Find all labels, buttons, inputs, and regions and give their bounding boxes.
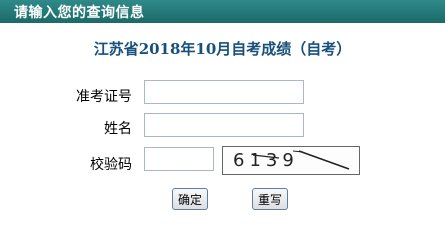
name-input[interactable] — [144, 113, 304, 137]
captcha-input[interactable] — [144, 147, 214, 171]
captcha-image[interactable]: 6139 — [222, 146, 360, 175]
exam-number-input[interactable] — [144, 80, 304, 104]
header-bar: 请输入您的查询信息 — [0, 0, 445, 23]
reset-button[interactable]: 重写 — [252, 188, 288, 210]
exam-number-label: 准考证号 — [76, 89, 132, 105]
exam-title: 江苏省2018年10月自考成绩（自考） — [93, 40, 352, 58]
captcha-label: 校验码 — [90, 157, 132, 173]
confirm-button[interactable]: 确定 — [172, 188, 208, 210]
captcha-noise-lines — [252, 150, 350, 170]
header-title: 请输入您的查询信息 — [14, 5, 145, 21]
name-label: 姓名 — [104, 121, 132, 137]
